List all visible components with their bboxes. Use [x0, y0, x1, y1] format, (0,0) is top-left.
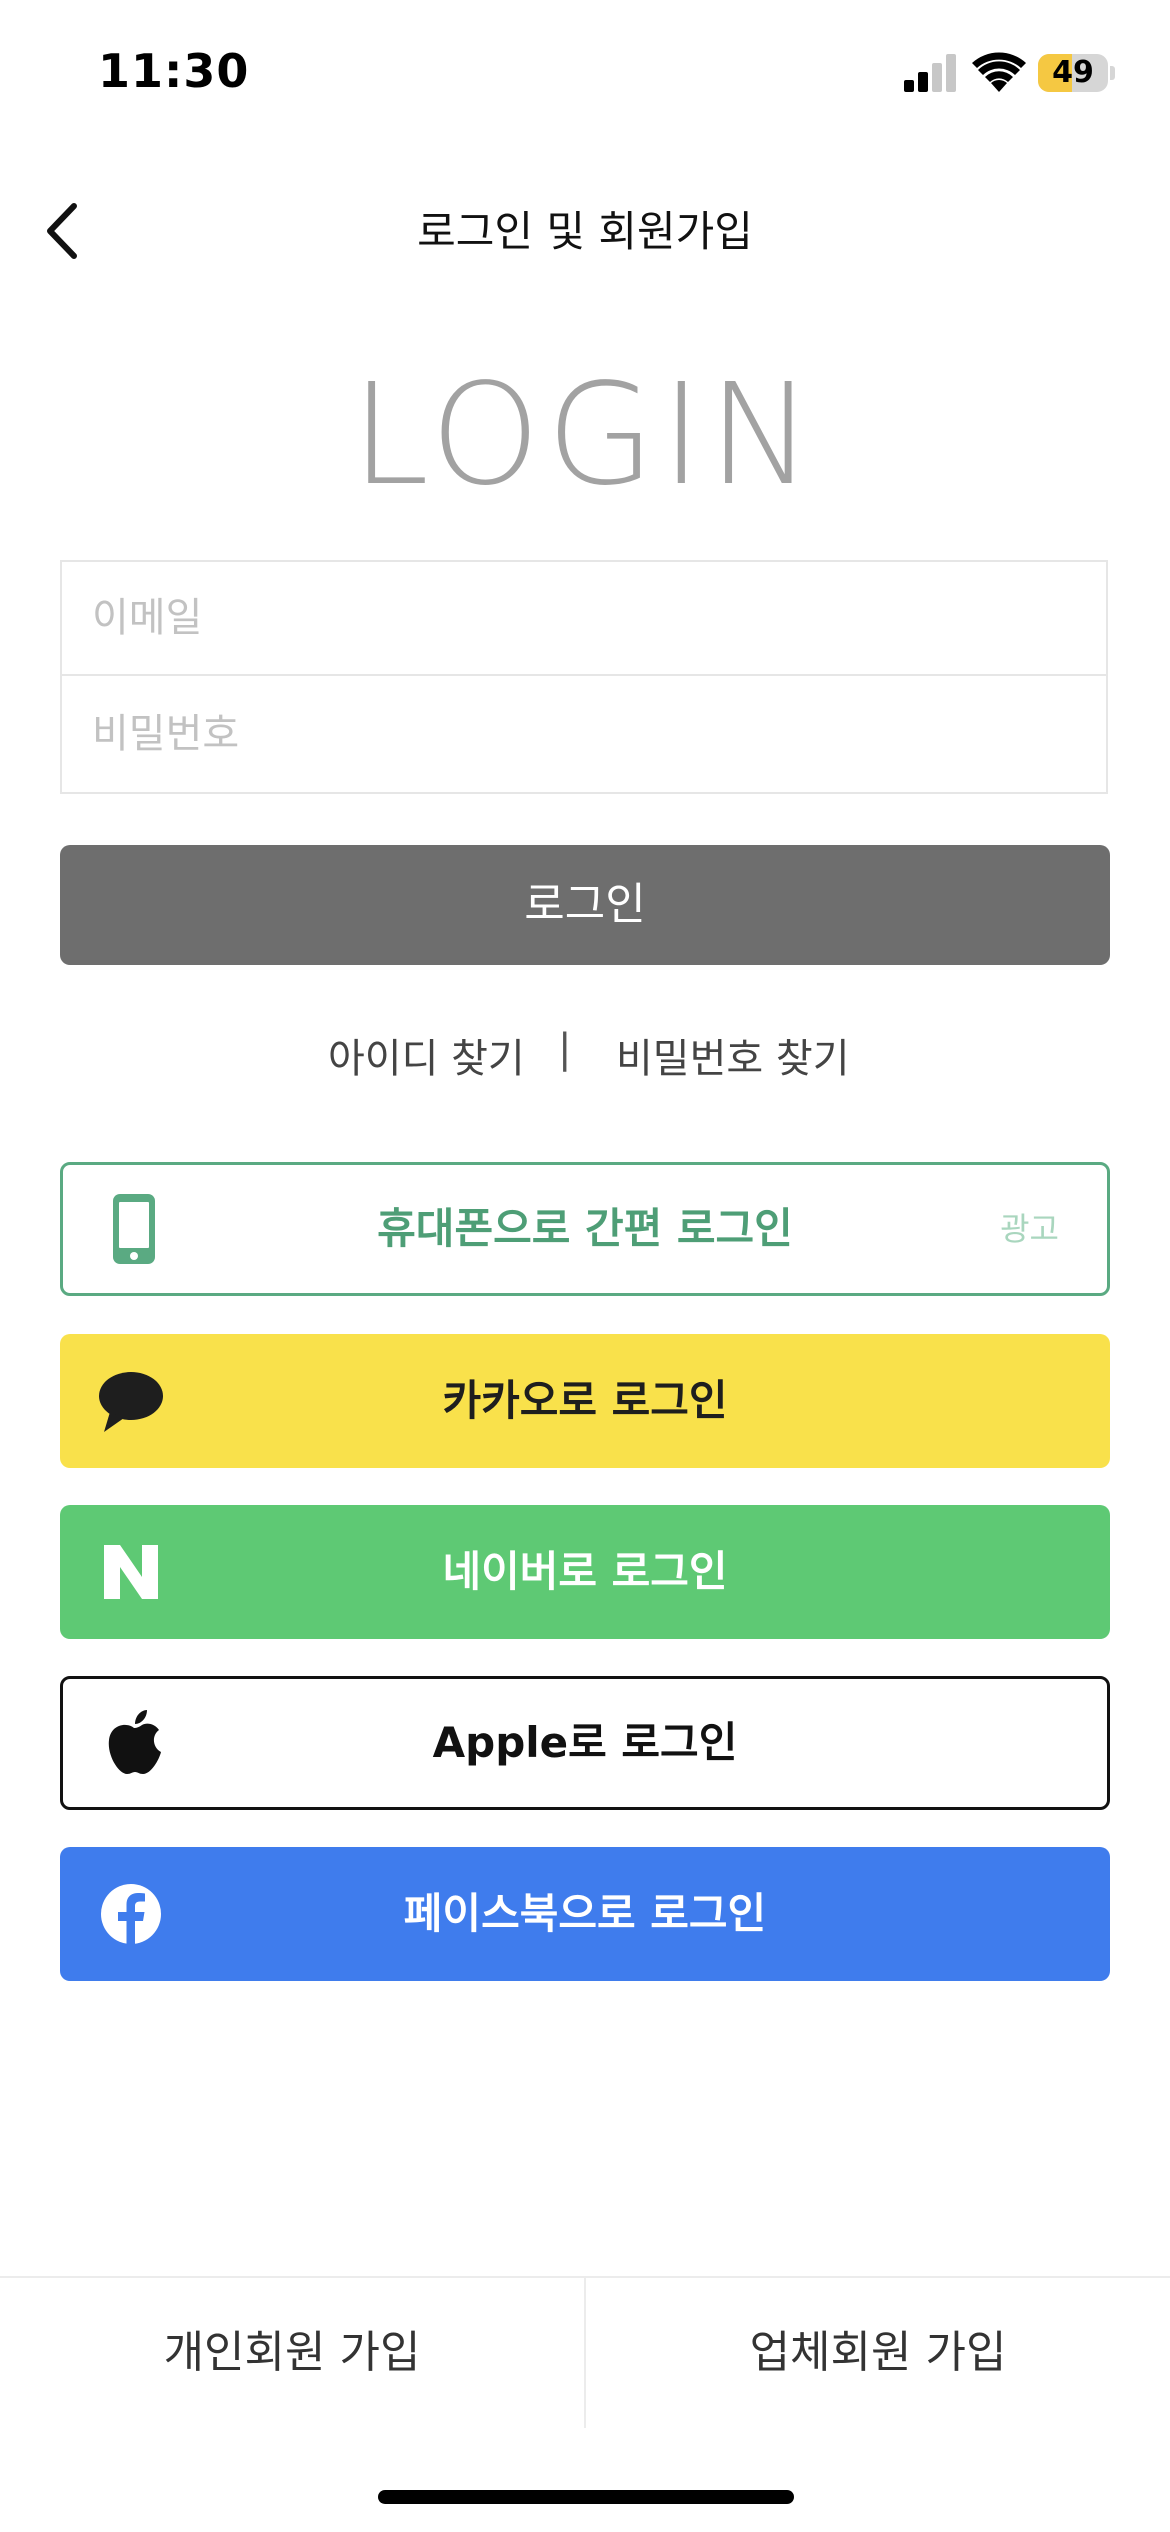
wifi-icon	[972, 52, 1026, 92]
phone-login-label: 휴대폰으로 간편 로그인	[377, 1204, 793, 1253]
login-button[interactable]: 로그인	[60, 845, 1110, 965]
naver-login-button[interactable]: 네이버로 로그인	[60, 1505, 1110, 1639]
naver-login-label: 네이버로 로그인	[442, 1547, 728, 1596]
business-signup-tab[interactable]: 업체회원 가입	[586, 2278, 1170, 2428]
email-field[interactable]	[62, 562, 1106, 674]
battery-cap	[1110, 66, 1115, 80]
facebook-login-button[interactable]: 페이스북으로 로그인	[60, 1847, 1110, 1981]
home-indicator[interactable]	[378, 2490, 794, 2504]
battery-percentage: 49	[1052, 55, 1094, 90]
find-id-link[interactable]: 아이디 찾기	[328, 1026, 525, 1084]
cellular-signal-icon	[904, 54, 956, 92]
status-time: 11:30	[98, 44, 250, 98]
page-title: 로그인 및 회원가입	[417, 207, 753, 256]
phone-login-button[interactable]: 휴대폰으로 간편 로그인 광고	[60, 1162, 1110, 1296]
kakao-login-label: 카카오로 로그인	[442, 1376, 728, 1425]
apple-login-button[interactable]: Apple로 로그인	[60, 1676, 1110, 1810]
login-heading: LOGIN	[351, 354, 819, 517]
ad-badge: 광고	[1000, 1210, 1059, 1248]
kakao-login-button[interactable]: 카카오로 로그인	[60, 1334, 1110, 1468]
facebook-login-label: 페이스북으로 로그인	[403, 1889, 767, 1938]
battery-indicator: 49	[1038, 54, 1108, 92]
personal-signup-tab[interactable]: 개인회원 가입	[0, 2278, 584, 2428]
find-password-link[interactable]: 비밀번호 찾기	[616, 1026, 850, 1084]
apple-login-label: Apple로 로그인	[432, 1718, 738, 1767]
find-links-separator: |	[558, 1026, 572, 1072]
password-field[interactable]	[62, 676, 1106, 792]
password-field-container	[60, 676, 1108, 794]
email-field-container	[60, 560, 1108, 676]
